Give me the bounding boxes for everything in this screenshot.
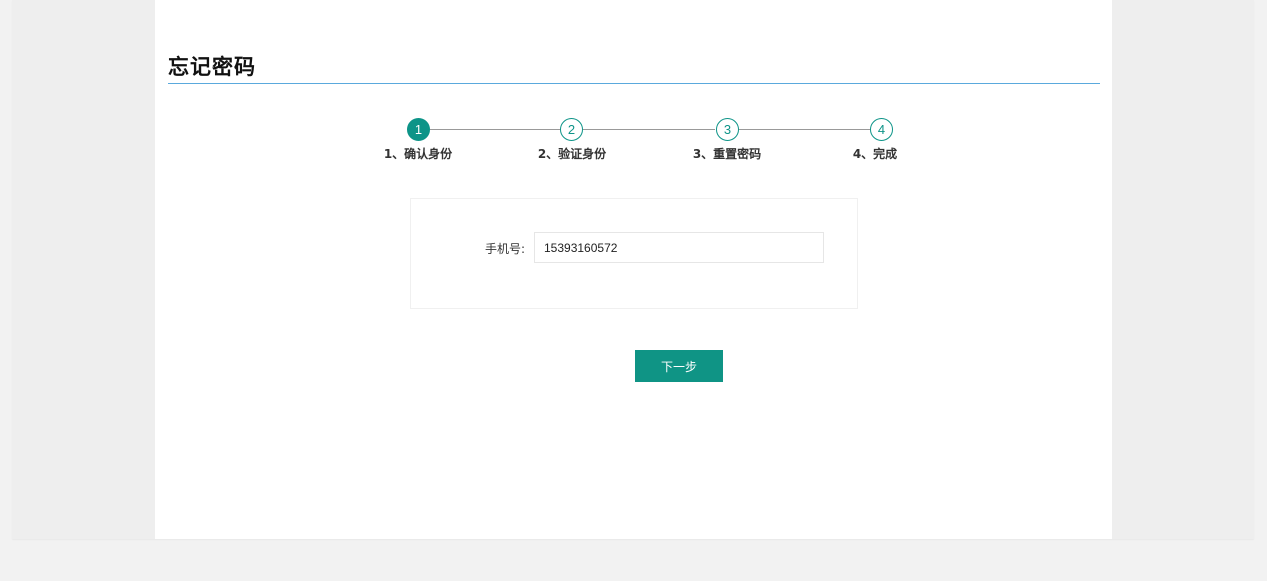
next-step-button[interactable]: 下一步 (635, 350, 723, 382)
step-connector (430, 129, 560, 130)
phone-label: 手机号: (485, 242, 526, 256)
step-connector (583, 129, 715, 130)
page-title: 忘记密码 (168, 55, 256, 79)
phone-input[interactable] (534, 232, 824, 263)
step-4-label: 4、完成 (852, 147, 898, 161)
step-1-indicator: 1 (407, 118, 430, 141)
title-divider (168, 83, 1100, 84)
step-3-label: 3、重置密码 (692, 147, 762, 161)
step-connector (739, 129, 870, 130)
step-1-label: 1、确认身份 (383, 147, 453, 161)
step-4-indicator: 4 (870, 118, 893, 141)
step-2-label: 2、验证身份 (537, 147, 607, 161)
step-2-indicator: 2 (560, 118, 583, 141)
step-3-indicator: 3 (716, 118, 739, 141)
